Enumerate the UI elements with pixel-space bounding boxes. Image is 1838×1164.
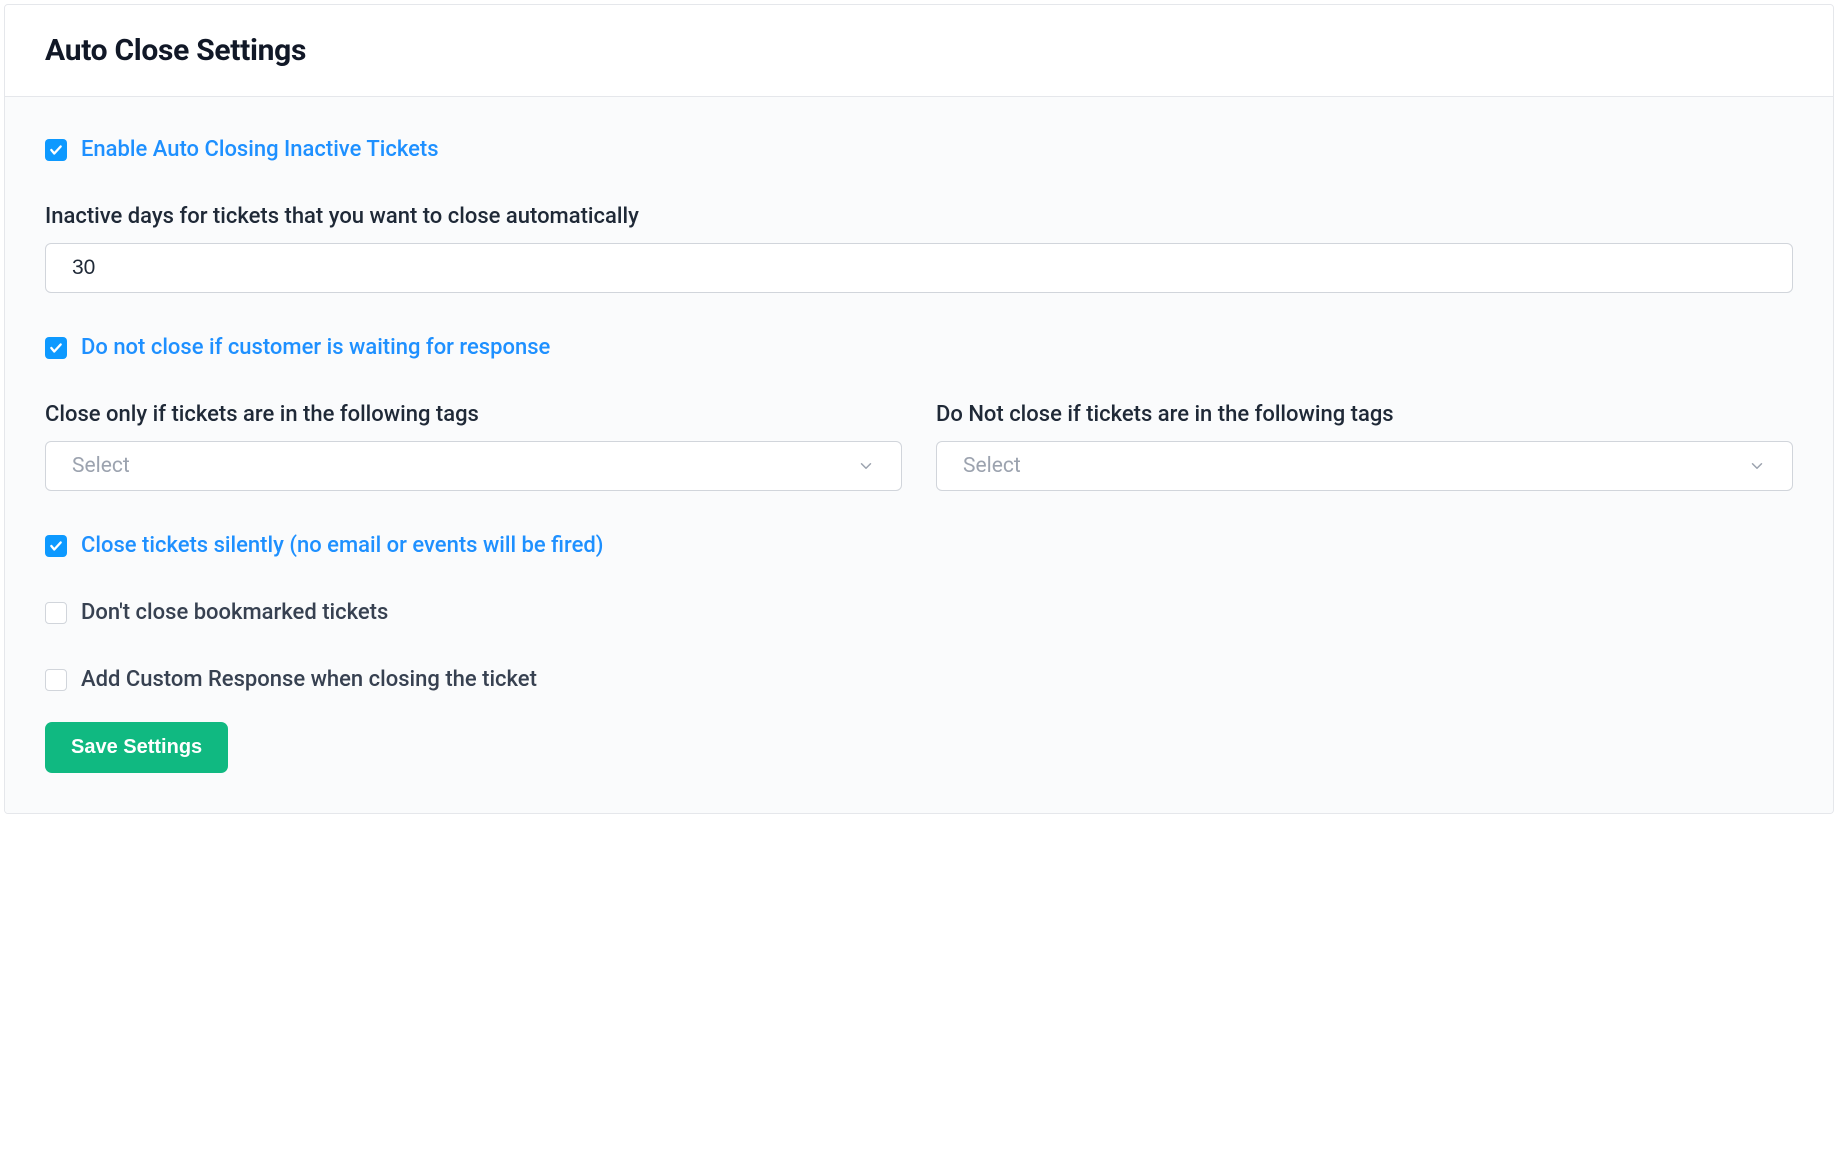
waiting-response-row[interactable]: Do not close if customer is waiting for … [45,335,1793,360]
enable-auto-close-row[interactable]: Enable Auto Closing Inactive Tickets [45,137,1793,162]
add-custom-response-label: Add Custom Response when closing the tic… [81,667,537,692]
close-tags-select[interactable]: Select [45,441,902,491]
dont-close-bookmarked-row[interactable]: Don't close bookmarked tickets [45,600,1793,625]
tag-selects-row: Close only if tickets are in the followi… [45,402,1793,491]
waiting-response-checkbox[interactable] [45,337,67,359]
save-button[interactable]: Save Settings [45,722,228,773]
enable-auto-close-checkbox[interactable] [45,139,67,161]
inactive-days-group: Inactive days for tickets that you want … [45,204,1793,293]
check-icon [49,539,63,553]
inactive-days-label: Inactive days for tickets that you want … [45,204,1793,229]
settings-panel: Auto Close Settings Enable Auto Closing … [4,4,1834,814]
panel-header: Auto Close Settings [5,5,1833,97]
close-silently-label: Close tickets silently (no email or even… [81,533,603,558]
exclude-tags-label: Do Not close if tickets are in the follo… [936,402,1793,427]
close-tags-col: Close only if tickets are in the followi… [45,402,902,491]
check-icon [49,143,63,157]
close-silently-row[interactable]: Close tickets silently (no email or even… [45,533,1793,558]
chevron-down-icon [857,457,875,475]
add-custom-response-row[interactable]: Add Custom Response when closing the tic… [45,667,1793,692]
close-tags-label: Close only if tickets are in the followi… [45,402,902,427]
exclude-tags-col: Do Not close if tickets are in the follo… [936,402,1793,491]
dont-close-bookmarked-label: Don't close bookmarked tickets [81,600,388,625]
exclude-tags-select[interactable]: Select [936,441,1793,491]
check-icon [49,341,63,355]
chevron-down-icon [1748,457,1766,475]
enable-auto-close-label: Enable Auto Closing Inactive Tickets [81,137,439,162]
page-title: Auto Close Settings [45,33,1793,68]
waiting-response-label: Do not close if customer is waiting for … [81,335,550,360]
dont-close-bookmarked-checkbox[interactable] [45,602,67,624]
close-tags-placeholder: Select [72,454,130,478]
inactive-days-input[interactable] [45,243,1793,293]
add-custom-response-checkbox[interactable] [45,669,67,691]
panel-body: Enable Auto Closing Inactive Tickets Ina… [5,97,1833,813]
exclude-tags-placeholder: Select [963,454,1021,478]
close-silently-checkbox[interactable] [45,535,67,557]
